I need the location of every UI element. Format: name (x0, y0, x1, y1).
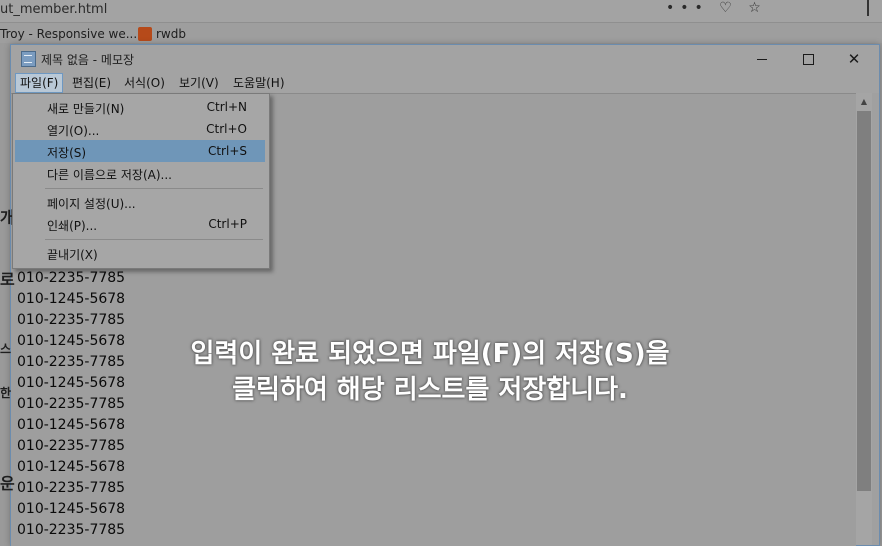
text-line: 010-2235-7785 (17, 438, 126, 454)
caption-line-2: 클릭하여 해당 리스트를 저장합니다. (232, 375, 628, 405)
text-line: 010-1245-5678 (17, 375, 126, 391)
menu-format[interactable]: 서식(O) (120, 74, 169, 92)
menu-item-label: 페이지 설정(U)... (47, 197, 136, 211)
menu-item-save-as[interactable]: 다른 이름으로 저장(A)... (15, 162, 265, 184)
menu-file[interactable]: 파일(F) (15, 73, 64, 93)
bookmark-troy[interactable]: Troy - Responsive we... (0, 27, 137, 41)
menu-item-print[interactable]: 인쇄(P)... Ctrl+P (15, 213, 265, 235)
menu-item-shortcut: Ctrl+P (208, 217, 247, 231)
browser-url-bar[interactable]: ut_member.html ••• ♡ ☆ (0, 0, 882, 23)
menu-item-label: 인쇄(P)... (47, 219, 98, 233)
menu-item-label: 다른 이름으로 저장(A)... (47, 168, 172, 182)
text-line: 010-1245-5678 (17, 417, 126, 433)
menu-separator (45, 188, 263, 189)
text-line: 010-2235-7785 (17, 396, 126, 412)
vertical-scrollbar[interactable]: ▲ (856, 93, 872, 545)
menu-view[interactable]: 보기(V) (175, 74, 223, 92)
menu-help[interactable]: 도움말(H) (229, 74, 289, 92)
menu-item-label: 새로 만들기(N) (47, 102, 125, 116)
text-line: 010-1245-5678 (17, 501, 126, 517)
menu-item-label: 끝내기(X) (47, 248, 98, 262)
menu-item-new[interactable]: 새로 만들기(N) Ctrl+N (15, 96, 265, 118)
file-dropdown-menu: 새로 만들기(N) Ctrl+N 열기(O)... Ctrl+O 저장(S) C… (12, 93, 270, 269)
url-text: ut_member.html (0, 2, 108, 17)
menu-separator (45, 239, 263, 240)
menu-bar: 파일(F) 편집(E) 서식(O) 보기(V) 도움말(H) (11, 73, 879, 93)
bookmark-rwdb[interactable]: rwdb (156, 27, 186, 41)
text-line: 010-2235-7785 (17, 522, 126, 538)
close-icon: ✕ (847, 50, 861, 68)
background-fragment: 로 (0, 270, 15, 289)
caption-line-1: 입력이 완료 되었으면 파일(F)의 저장(S)을 (190, 339, 670, 369)
toolbar-divider (867, 0, 869, 16)
minimize-button[interactable] (739, 45, 785, 73)
text-line: 010-2235-7785 (17, 354, 126, 370)
menu-item-label: 저장(S) (47, 146, 87, 160)
maximize-icon (802, 53, 814, 65)
menu-item-shortcut: Ctrl+O (206, 122, 247, 136)
text-line: 010-2235-7785 (17, 480, 126, 496)
url-action-icons[interactable]: ••• ♡ ☆ (666, 0, 767, 16)
menu-item-shortcut: Ctrl+N (206, 100, 247, 114)
menu-item-save[interactable]: 저장(S) Ctrl+S (15, 140, 265, 162)
title-bar[interactable]: 제목 없음 - 메모장 ✕ (11, 45, 879, 73)
text-line: 010-2235-7785 (17, 312, 126, 328)
background-fragment: 스 (0, 342, 12, 356)
bookmarks-bar: Troy - Responsive we... rwdb (0, 23, 882, 43)
menu-item-exit[interactable]: 끝내기(X) (15, 242, 265, 264)
menu-edit[interactable]: 편집(E) (68, 74, 115, 92)
maximize-button[interactable] (785, 45, 831, 73)
instruction-caption: 입력이 완료 되었으면 파일(F)의 저장(S)을 클릭하여 해당 리스트를 저… (120, 336, 740, 408)
menu-item-shortcut: Ctrl+S (207, 144, 247, 158)
background-fragment: 한 (0, 386, 12, 400)
menu-item-label: 열기(O)... (47, 124, 100, 138)
scroll-thumb[interactable] (857, 111, 871, 491)
text-line: 010-1245-5678 (17, 291, 126, 307)
minimize-icon (757, 58, 767, 60)
text-line: 010-2235-7785 (17, 270, 126, 286)
close-button[interactable]: ✕ (831, 45, 877, 73)
window-title: 제목 없음 - 메모장 (41, 53, 135, 67)
notepad-icon (21, 51, 36, 67)
scroll-up-icon[interactable]: ▲ (856, 93, 872, 109)
text-line: 010-1245-5678 (17, 333, 126, 349)
text-line: 010-1245-5678 (17, 459, 126, 475)
bookmark-folder-icon (138, 27, 152, 41)
menu-item-page-setup[interactable]: 페이지 설정(U)... (15, 191, 265, 213)
menu-item-open[interactable]: 열기(O)... Ctrl+O (15, 118, 265, 140)
background-fragment: 운 (0, 474, 15, 493)
